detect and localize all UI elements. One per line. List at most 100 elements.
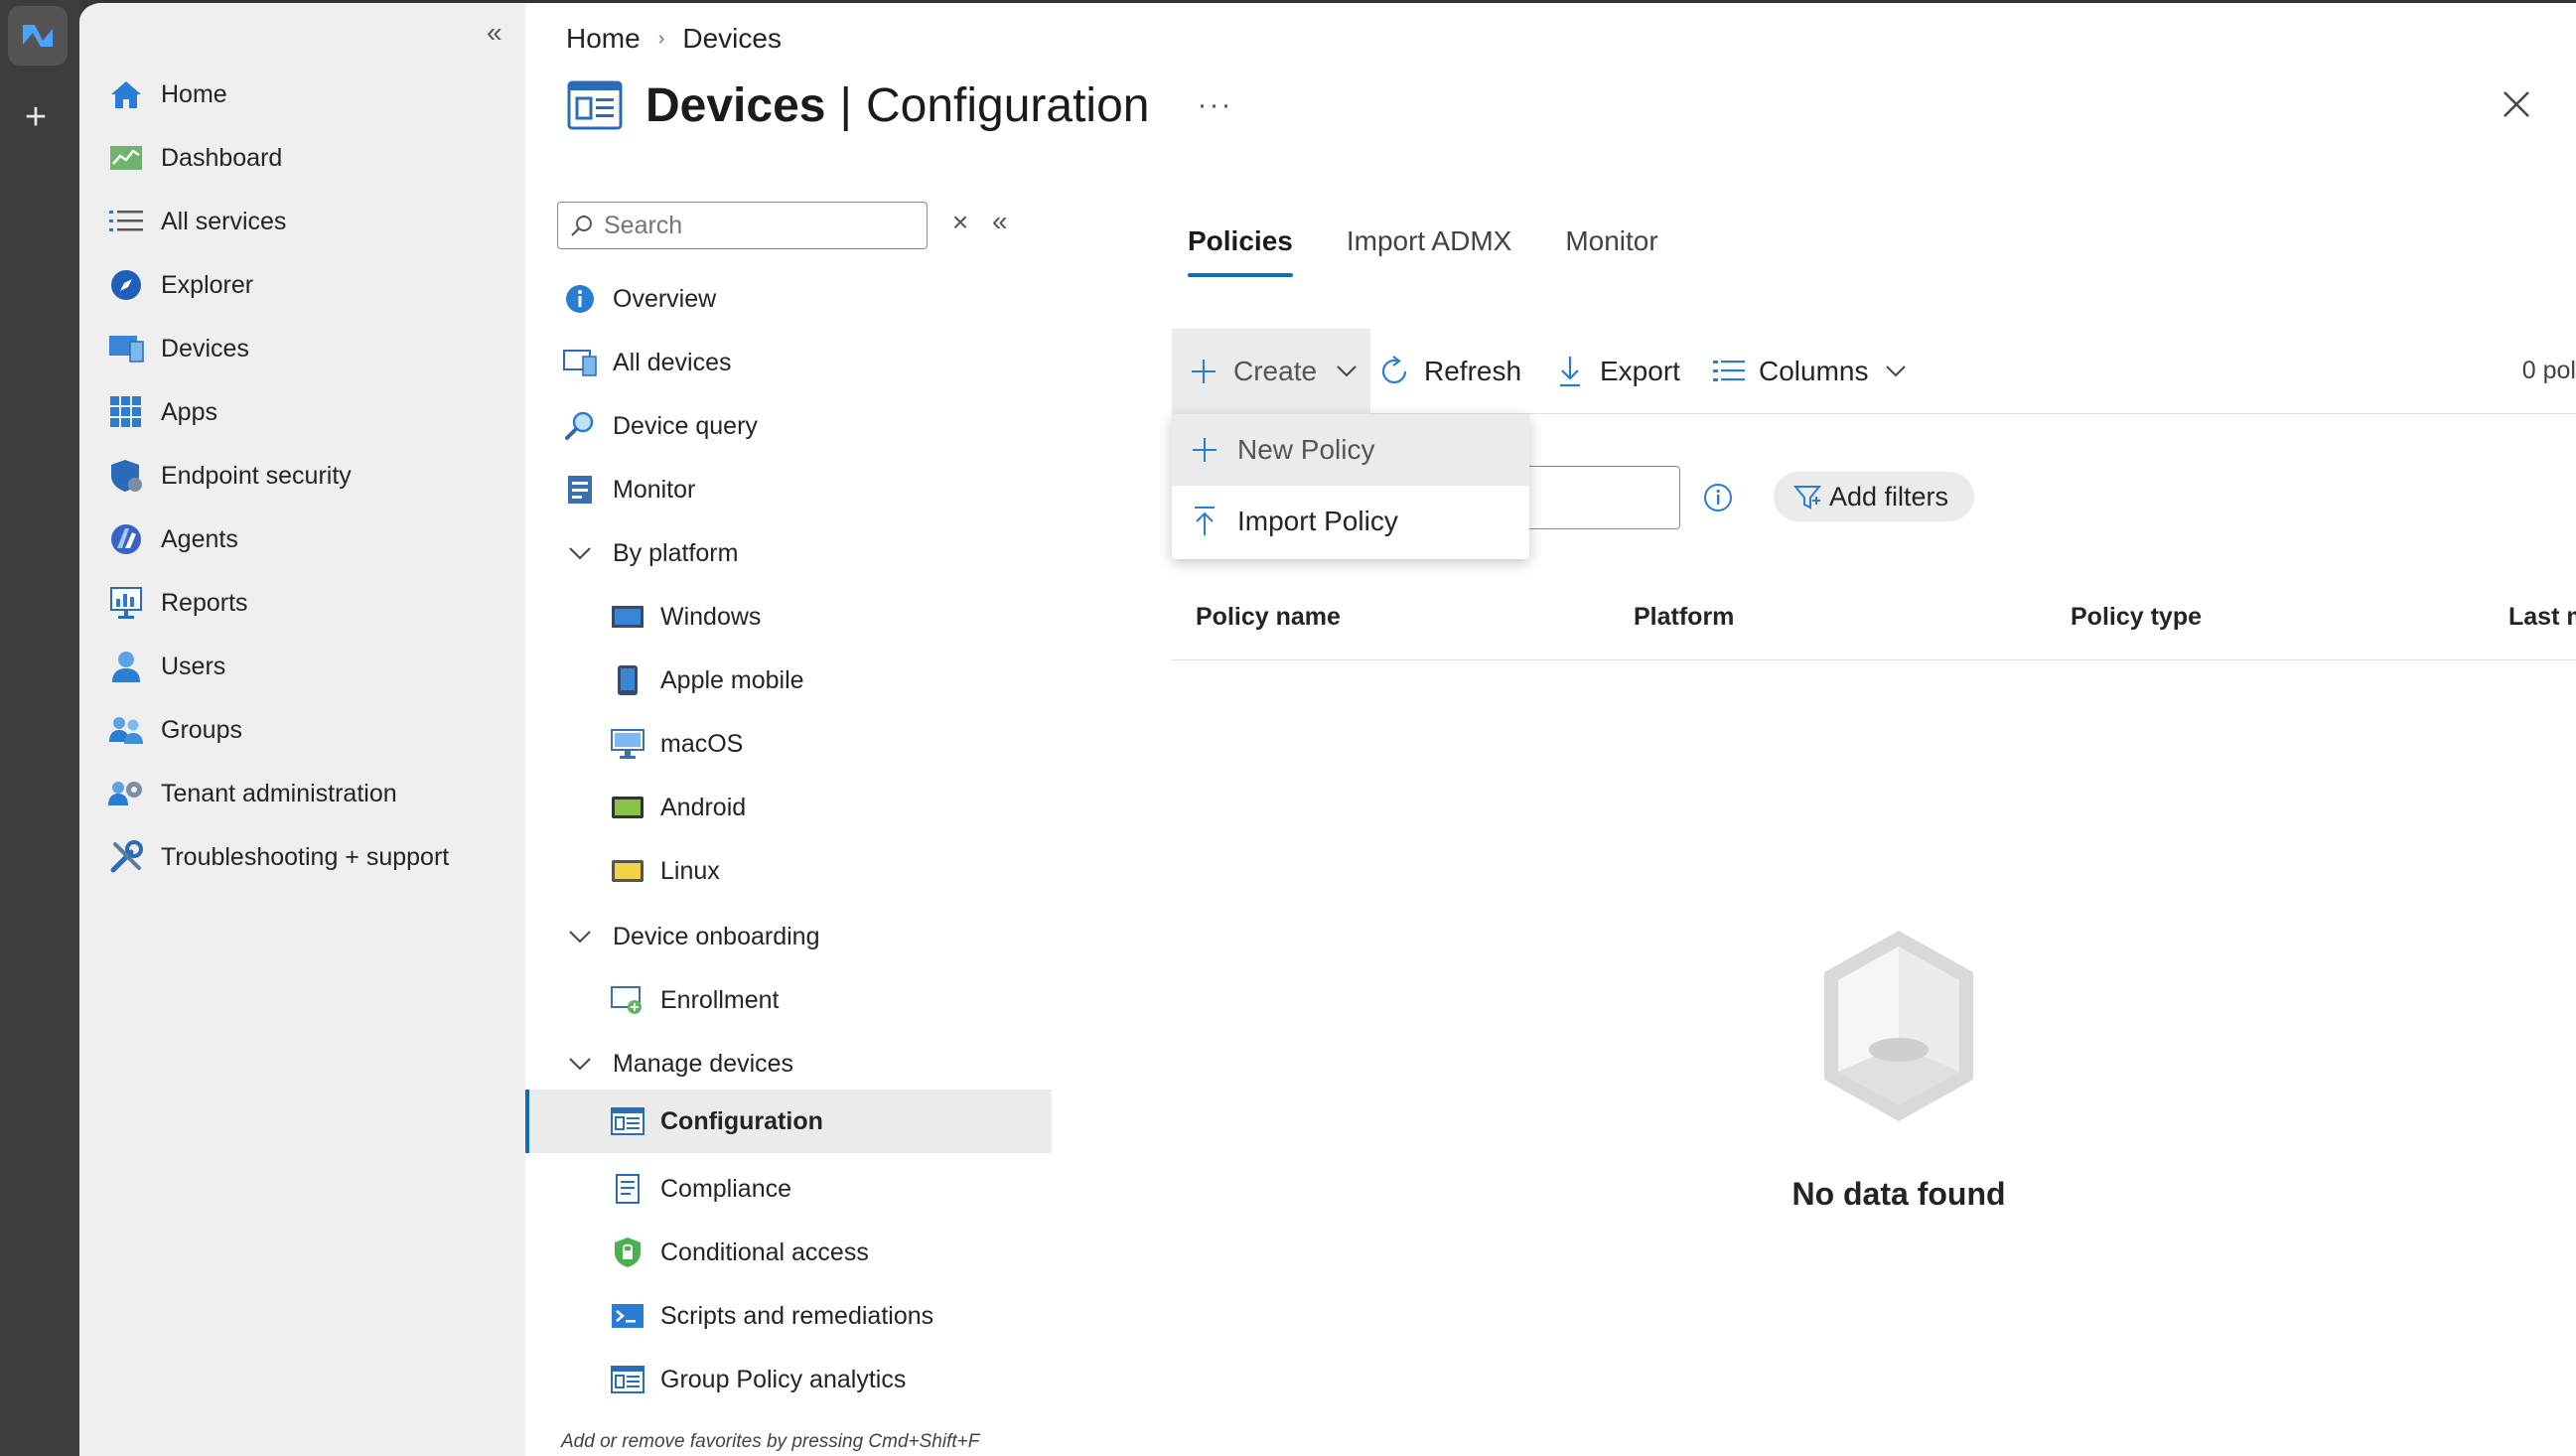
chevron-down-icon: [563, 930, 597, 944]
monitor-icon: [563, 473, 597, 507]
compliance-icon: [611, 1172, 644, 1206]
menu-item-conditional-access[interactable]: Conditional access: [611, 1223, 869, 1282]
menu-search-input[interactable]: [604, 211, 922, 240]
menu-item-configuration[interactable]: Configuration: [525, 1090, 1052, 1153]
device-query-icon: [563, 409, 597, 443]
app-rail: +: [0, 0, 79, 1456]
columns-label: Columns: [1759, 356, 1869, 386]
menu-label: Group Policy analytics: [660, 1365, 907, 1393]
windows-device-icon: [611, 600, 644, 634]
info-icon[interactable]: [1702, 482, 1734, 513]
menu-label: Compliance: [660, 1174, 792, 1203]
collapse-nav-button[interactable]: «: [487, 17, 502, 49]
nav-item-troubleshooting[interactable]: Troubleshooting + support: [107, 829, 449, 885]
columns-button[interactable]: Columns: [1711, 329, 1914, 414]
nav-item-reports[interactable]: Reports: [107, 575, 248, 631]
table-header: Policy name Platform Policy type Last mo…: [1172, 579, 2576, 660]
menu-item-compliance[interactable]: Compliance: [611, 1159, 791, 1219]
search-icon: [571, 216, 592, 236]
close-icon[interactable]: [2499, 86, 2534, 122]
policy-count: 0 policies: [2521, 357, 2576, 384]
nav-item-groups[interactable]: Groups: [107, 702, 242, 758]
configuration-icon: [611, 1363, 644, 1396]
add-filters-button[interactable]: Add filters: [1774, 472, 1975, 521]
linux-device-icon: [611, 854, 644, 888]
nav-label: Agents: [161, 524, 238, 553]
breadcrumb-home-link[interactable]: Home: [566, 23, 641, 55]
menu-item-monitor[interactable]: Monitor: [563, 460, 695, 519]
nav-item-users[interactable]: Users: [107, 639, 225, 694]
export-button[interactable]: Export: [1552, 329, 1680, 414]
menu-item-overview[interactable]: Overview: [563, 269, 716, 329]
nav-item-agents[interactable]: Agents: [107, 511, 238, 567]
app-logo-icon: [23, 25, 53, 47]
tenant-admin-icon: [107, 775, 145, 812]
add-app-button[interactable]: +: [18, 98, 54, 136]
nav-item-tenant-administration[interactable]: Tenant administration: [107, 766, 397, 821]
more-options-button[interactable]: ···: [1197, 88, 1232, 122]
column-header-policy-type[interactable]: Policy type: [2071, 603, 2202, 632]
menu-item-device-query[interactable]: Device query: [563, 396, 758, 456]
refresh-button[interactable]: Refresh: [1376, 329, 1521, 414]
menu-label: Device query: [613, 411, 758, 440]
menu-item-windows[interactable]: Windows: [611, 587, 761, 647]
configuration-icon: [567, 80, 623, 130]
menu-label: Android: [660, 793, 747, 821]
refresh-icon: [1376, 354, 1412, 389]
menu-label: Windows: [660, 602, 762, 631]
menu-label: Conditional access: [660, 1238, 869, 1266]
menu-label: Enrollment: [660, 985, 780, 1014]
page-header: Devices | Configuration ···: [566, 76, 1232, 134]
column-header-last-modified[interactable]: Last modifi: [2508, 603, 2576, 632]
agents-icon: [107, 520, 145, 558]
nav-label: Home: [161, 79, 227, 108]
menu-search-box[interactable]: [557, 202, 928, 249]
menu-item-linux[interactable]: Linux: [611, 841, 720, 901]
nav-item-apps[interactable]: Apps: [107, 384, 217, 440]
menu-item-label: New Policy: [1237, 434, 1375, 465]
menu-item-apple-mobile[interactable]: Apple mobile: [611, 651, 804, 710]
lock-shield-icon: [611, 1236, 644, 1269]
devices-icon: [107, 330, 145, 367]
nav-label: Tenant administration: [161, 779, 397, 807]
breadcrumb-devices-link[interactable]: Devices: [682, 23, 782, 55]
column-header-platform[interactable]: Platform: [1634, 603, 1734, 632]
menu-item-group-policy-analytics[interactable]: Group Policy analytics: [611, 1350, 906, 1409]
create-button[interactable]: Create: [1172, 329, 1370, 414]
home-icon: [107, 75, 145, 113]
menu-item-scripts-remediations[interactable]: Scripts and remediations: [611, 1286, 933, 1346]
menu-item-all-devices[interactable]: All devices: [563, 333, 732, 392]
clear-search-button[interactable]: ×: [947, 209, 973, 236]
tab-import-admx[interactable]: Import ADMX: [1347, 221, 1511, 277]
nav-item-endpoint-security[interactable]: Endpoint security: [107, 448, 352, 504]
nav-item-home[interactable]: Home: [107, 67, 227, 122]
menu-item-enrollment[interactable]: Enrollment: [611, 970, 780, 1030]
nav-item-all-services[interactable]: All services: [107, 194, 286, 249]
nav-item-dashboard[interactable]: Dashboard: [107, 130, 282, 186]
tab-policies[interactable]: Policies: [1188, 221, 1293, 277]
group-device-onboarding[interactable]: Device onboarding: [563, 909, 819, 964]
collapse-blade-button[interactable]: «: [992, 206, 1008, 237]
nav-label: Groups: [161, 715, 242, 744]
menu-item-android[interactable]: Android: [611, 778, 746, 837]
create-label: Create: [1233, 356, 1318, 386]
info-circle-icon: [563, 282, 597, 316]
filter-icon: [1793, 486, 1821, 510]
tab-bar: Policies Import ADMX Monitor: [1188, 221, 1712, 277]
desktop-icon: [611, 727, 644, 761]
page-title: Devices: [645, 78, 826, 132]
favorites-hint: Add or remove favorites by pressing Cmd+…: [561, 1431, 980, 1452]
menu-item-macos[interactable]: macOS: [611, 714, 743, 774]
nav-item-devices[interactable]: Devices: [107, 321, 249, 376]
group-by-platform[interactable]: By platform: [563, 525, 738, 581]
tab-monitor[interactable]: Monitor: [1565, 221, 1657, 277]
import-policy-menu-item[interactable]: Import Policy: [1172, 486, 1529, 557]
column-header-policy-name[interactable]: Policy name: [1196, 603, 1341, 632]
group-manage-devices[interactable]: Manage devices: [563, 1036, 793, 1092]
new-policy-menu-item[interactable]: New Policy: [1172, 414, 1529, 486]
nav-label: Troubleshooting + support: [161, 842, 450, 871]
filter-search-input[interactable]: [1505, 466, 1680, 529]
app-logo-button[interactable]: [8, 6, 68, 66]
nav-item-explorer[interactable]: Explorer: [107, 257, 253, 313]
list-icon: [107, 203, 145, 240]
